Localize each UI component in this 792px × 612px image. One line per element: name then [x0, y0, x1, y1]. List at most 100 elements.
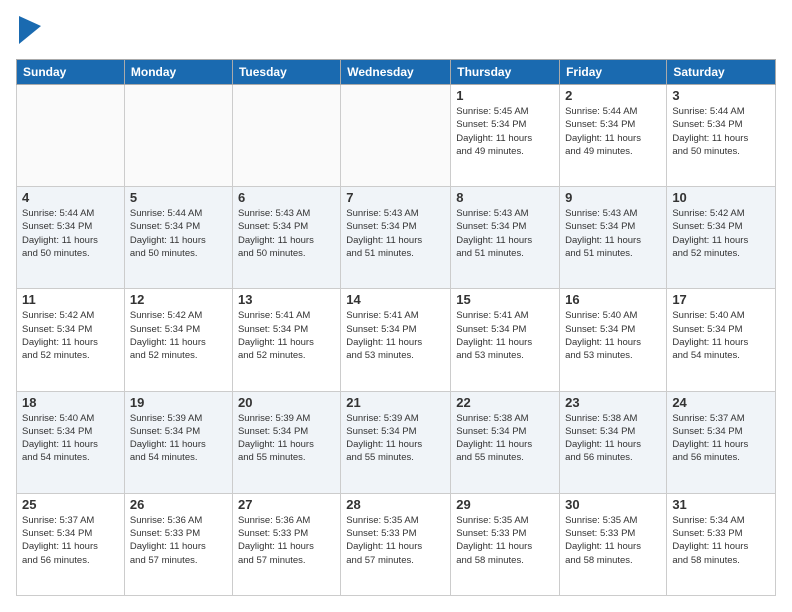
day-number: 14 [346, 292, 445, 307]
calendar-cell: 15Sunrise: 5:41 AM Sunset: 5:34 PM Dayli… [451, 289, 560, 391]
day-info: Sunrise: 5:42 AM Sunset: 5:34 PM Dayligh… [672, 207, 770, 260]
day-number: 27 [238, 497, 335, 512]
day-number: 5 [130, 190, 227, 205]
calendar-cell: 3 Sunrise: 5:44 AM Sunset: 5:34 PM Daylig… [667, 85, 776, 187]
calendar-cell: 11 Sunrise: 5:42 AM Sunset: 5:34 PM Dayli… [17, 289, 125, 391]
day-number: 3 [672, 88, 770, 103]
day-number: 17 [672, 292, 770, 307]
calendar-cell: 17 Sunrise: 5:40 AM Sunset: 5:34 PM Dayli… [667, 289, 776, 391]
day-info: Sunrise: 5:37 AM Sunset: 5:34 PM Dayligh… [672, 412, 770, 465]
calendar-cell: 16Sunrise: 5:40 AM Sunset: 5:34 PM Dayli… [560, 289, 667, 391]
day-number: 11 [22, 292, 119, 307]
day-number: 7 [346, 190, 445, 205]
day-number: 19 [130, 395, 227, 410]
calendar-cell: 27 Sunrise: 5:36 AM Sunset: 5:33 PM Dayli… [232, 493, 340, 595]
day-info: Sunrise: 5:44 AM Sunset: 5:34 PM Dayligh… [22, 207, 119, 260]
week-row-3: 11 Sunrise: 5:42 AM Sunset: 5:34 PM Dayli… [17, 289, 776, 391]
calendar-cell: 22 Sunrise: 5:38 AM Sunset: 5:34 PM Dayli… [451, 391, 560, 493]
day-info: Sunrise: 5:39 AM Sunset: 5:34 PM Dayligh… [130, 412, 227, 465]
calendar-cell: 25Sunrise: 5:37 AM Sunset: 5:34 PM Dayli… [17, 493, 125, 595]
calendar-table: SundayMondayTuesdayWednesdayThursdayFrid… [16, 59, 776, 596]
day-number: 30 [565, 497, 661, 512]
day-number: 9 [565, 190, 661, 205]
day-number: 8 [456, 190, 554, 205]
col-header-tuesday: Tuesday [232, 60, 340, 85]
day-info: Sunrise: 5:44 AM Sunset: 5:34 PM Dayligh… [565, 105, 661, 158]
calendar-cell: 24 Sunrise: 5:37 AM Sunset: 5:34 PM Dayli… [667, 391, 776, 493]
day-number: 31 [672, 497, 770, 512]
day-number: 12 [130, 292, 227, 307]
day-info: Sunrise: 5:35 AM Sunset: 5:33 PM Dayligh… [346, 514, 445, 567]
day-info: Sunrise: 5:43 AM Sunset: 5:34 PM Dayligh… [565, 207, 661, 260]
calendar-cell: 14 Sunrise: 5:41 AM Sunset: 5:34 PM Dayli… [341, 289, 451, 391]
calendar-cell: 1 Sunrise: 5:45 AM Sunset: 5:34 PM Daylig… [451, 85, 560, 187]
day-info: Sunrise: 5:43 AM Sunset: 5:34 PM Dayligh… [456, 207, 554, 260]
day-number: 29 [456, 497, 554, 512]
day-number: 23 [565, 395, 661, 410]
calendar-cell: 30 Sunrise: 5:35 AM Sunset: 5:33 PM Dayli… [560, 493, 667, 595]
day-info: Sunrise: 5:41 AM Sunset: 5:34 PM Dayligh… [238, 309, 335, 362]
week-row-5: 25Sunrise: 5:37 AM Sunset: 5:34 PM Dayli… [17, 493, 776, 595]
day-number: 24 [672, 395, 770, 410]
day-info: Sunrise: 5:44 AM Sunset: 5:34 PM Dayligh… [672, 105, 770, 158]
day-info: Sunrise: 5:39 AM Sunset: 5:34 PM Dayligh… [238, 412, 335, 465]
calendar-cell: 4 Sunrise: 5:44 AM Sunset: 5:34 PM Daylig… [17, 187, 125, 289]
day-info: Sunrise: 5:35 AM Sunset: 5:33 PM Dayligh… [456, 514, 554, 567]
calendar-cell [232, 85, 340, 187]
col-header-monday: Monday [124, 60, 232, 85]
day-number: 1 [456, 88, 554, 103]
day-info: Sunrise: 5:34 AM Sunset: 5:33 PM Dayligh… [672, 514, 770, 567]
day-info: Sunrise: 5:36 AM Sunset: 5:33 PM Dayligh… [238, 514, 335, 567]
day-info: Sunrise: 5:38 AM Sunset: 5:34 PM Dayligh… [456, 412, 554, 465]
calendar-cell: 5Sunrise: 5:44 AM Sunset: 5:34 PM Daylig… [124, 187, 232, 289]
day-info: Sunrise: 5:42 AM Sunset: 5:34 PM Dayligh… [130, 309, 227, 362]
day-number: 4 [22, 190, 119, 205]
day-number: 20 [238, 395, 335, 410]
day-info: Sunrise: 5:43 AM Sunset: 5:34 PM Dayligh… [346, 207, 445, 260]
day-info: Sunrise: 5:41 AM Sunset: 5:34 PM Dayligh… [456, 309, 554, 362]
day-info: Sunrise: 5:42 AM Sunset: 5:34 PM Dayligh… [22, 309, 119, 362]
day-info: Sunrise: 5:40 AM Sunset: 5:34 PM Dayligh… [672, 309, 770, 362]
day-headers-row: SundayMondayTuesdayWednesdayThursdayFrid… [17, 60, 776, 85]
calendar-cell: 10Sunrise: 5:42 AM Sunset: 5:34 PM Dayli… [667, 187, 776, 289]
calendar-cell: 21Sunrise: 5:39 AM Sunset: 5:34 PM Dayli… [341, 391, 451, 493]
day-info: Sunrise: 5:40 AM Sunset: 5:34 PM Dayligh… [22, 412, 119, 465]
day-number: 13 [238, 292, 335, 307]
day-info: Sunrise: 5:38 AM Sunset: 5:34 PM Dayligh… [565, 412, 661, 465]
day-number: 16 [565, 292, 661, 307]
calendar-cell: 9 Sunrise: 5:43 AM Sunset: 5:34 PM Daylig… [560, 187, 667, 289]
day-info: Sunrise: 5:45 AM Sunset: 5:34 PM Dayligh… [456, 105, 554, 158]
week-row-1: 1 Sunrise: 5:45 AM Sunset: 5:34 PM Daylig… [17, 85, 776, 187]
calendar-cell: 28 Sunrise: 5:35 AM Sunset: 5:33 PM Dayli… [341, 493, 451, 595]
logo-icon [19, 16, 41, 49]
calendar-cell: 8 Sunrise: 5:43 AM Sunset: 5:34 PM Daylig… [451, 187, 560, 289]
calendar-cell: 23 Sunrise: 5:38 AM Sunset: 5:34 PM Dayli… [560, 391, 667, 493]
calendar-cell: 31 Sunrise: 5:34 AM Sunset: 5:33 PM Dayli… [667, 493, 776, 595]
calendar-cell: 2 Sunrise: 5:44 AM Sunset: 5:34 PM Daylig… [560, 85, 667, 187]
day-info: Sunrise: 5:36 AM Sunset: 5:33 PM Dayligh… [130, 514, 227, 567]
day-info: Sunrise: 5:41 AM Sunset: 5:34 PM Dayligh… [346, 309, 445, 362]
calendar-cell [124, 85, 232, 187]
calendar-cell: 18 Sunrise: 5:40 AM Sunset: 5:34 PM Dayli… [17, 391, 125, 493]
col-header-sunday: Sunday [17, 60, 125, 85]
day-info: Sunrise: 5:35 AM Sunset: 5:33 PM Dayligh… [565, 514, 661, 567]
calendar-cell: 20 Sunrise: 5:39 AM Sunset: 5:34 PM Dayli… [232, 391, 340, 493]
day-number: 2 [565, 88, 661, 103]
day-number: 22 [456, 395, 554, 410]
calendar-cell: 12 Sunrise: 5:42 AM Sunset: 5:34 PM Dayli… [124, 289, 232, 391]
week-row-2: 4 Sunrise: 5:44 AM Sunset: 5:34 PM Daylig… [17, 187, 776, 289]
calendar-cell: 29 Sunrise: 5:35 AM Sunset: 5:33 PM Dayli… [451, 493, 560, 595]
day-info: Sunrise: 5:37 AM Sunset: 5:34 PM Dayligh… [22, 514, 119, 567]
day-number: 6 [238, 190, 335, 205]
col-header-thursday: Thursday [451, 60, 560, 85]
logo-area [16, 16, 41, 49]
calendar-cell: 7 Sunrise: 5:43 AM Sunset: 5:34 PM Daylig… [341, 187, 451, 289]
calendar-cell: 6Sunrise: 5:43 AM Sunset: 5:34 PM Daylig… [232, 187, 340, 289]
calendar-cell: 19 Sunrise: 5:39 AM Sunset: 5:34 PM Dayli… [124, 391, 232, 493]
calendar-cell [341, 85, 451, 187]
week-row-4: 18 Sunrise: 5:40 AM Sunset: 5:34 PM Dayli… [17, 391, 776, 493]
col-header-friday: Friday [560, 60, 667, 85]
day-number: 28 [346, 497, 445, 512]
day-number: 26 [130, 497, 227, 512]
day-number: 18 [22, 395, 119, 410]
